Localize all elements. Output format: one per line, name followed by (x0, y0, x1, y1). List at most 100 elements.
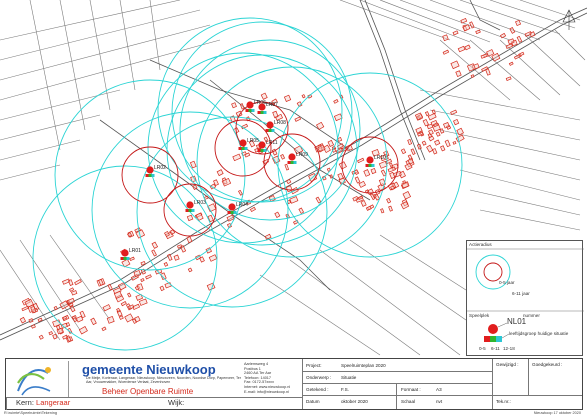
print-date: Nieuwkoop 17 oktober 2020 (533, 411, 581, 415)
building-footprint (427, 112, 437, 121)
kern-field: Kern: Langeraar (16, 398, 70, 407)
building-footprint (151, 249, 157, 257)
building-footprint (283, 94, 292, 102)
building-footprint (298, 207, 305, 214)
age-group-square-icon (268, 129, 272, 132)
building-footprint (469, 21, 475, 29)
building-footprint (127, 292, 132, 298)
building-footprint (315, 196, 322, 204)
building-footprint (410, 148, 416, 155)
village-list: De Meije, Korteraar, Langeraar, Nieuwkoo… (86, 376, 241, 384)
building-footprint (78, 326, 88, 335)
play-area-marker[interactable]: LR08 (265, 120, 287, 132)
building-footprint (380, 169, 387, 177)
play-area-dot-icon (288, 153, 296, 161)
play-area-code: LR03 (194, 200, 206, 206)
building-footprint (75, 315, 84, 323)
building-footprint (173, 254, 180, 261)
building-footprint (74, 279, 82, 286)
schaal-value: nvt (436, 399, 443, 404)
building-footprint (301, 94, 306, 99)
play-area-code: LR04 (236, 202, 248, 208)
age-group-square-icon (257, 111, 261, 114)
building-footprint (38, 334, 44, 340)
building-footprint (515, 19, 522, 27)
building-footprint (138, 298, 148, 306)
building-footprint (389, 162, 394, 169)
building-footprint (333, 99, 339, 104)
age-group-square-icon (368, 164, 372, 167)
building-footprint (216, 169, 224, 177)
building-footprint (71, 290, 78, 296)
building-footprint (442, 49, 450, 55)
age-group-square-icon (126, 257, 130, 260)
getekend-value: F.S. (341, 387, 349, 392)
play-area-dot-icon (266, 121, 274, 129)
building-footprint (455, 70, 462, 78)
building-footprint (151, 241, 159, 249)
age-group-square-icon (365, 164, 369, 167)
building-footprint (232, 153, 242, 162)
building-footprint (272, 110, 279, 119)
building-footprint (386, 197, 392, 204)
formaat-label: Formaat : (401, 387, 421, 392)
play-area-code: LR05 (247, 138, 259, 144)
play-area-dot-icon (239, 139, 247, 147)
datum-label: Datum (306, 399, 320, 404)
age-group-square-icon (371, 164, 375, 167)
building-footprint (432, 148, 438, 155)
building-footprint (28, 318, 34, 323)
building-footprint (140, 277, 145, 283)
building-footprint (280, 154, 286, 160)
legend-code: NL01 (507, 317, 527, 326)
drawing-sheet: LR01 LR02 LR03 LR04 LR05 LR06 LR07 LR08 LR09 LR10… (0, 0, 587, 419)
age-group-square-icon (251, 109, 255, 112)
play-area-marker[interactable]: LR03 (185, 200, 207, 212)
file-path: R:\ruimte\Speelruimte\Tekening (4, 411, 57, 415)
building-footprint (329, 174, 334, 179)
age-group-square-icon (123, 257, 127, 260)
building-footprint (407, 138, 413, 145)
building-footprint (440, 145, 446, 152)
formaat-value: A3 (436, 387, 442, 392)
play-area-dot-icon (146, 166, 154, 174)
age-group-square-icon (260, 149, 264, 152)
building-footprint (274, 211, 281, 218)
play-area-code: LR01 (129, 248, 141, 254)
building-footprint (444, 139, 451, 148)
building-footprint (354, 176, 361, 184)
legend-radius-0-5-icon (483, 262, 503, 282)
age-group-square-icon (263, 111, 267, 114)
age-group-square-icon (265, 129, 269, 132)
play-area-code: LR11 (266, 140, 278, 146)
building-footprint (434, 139, 441, 146)
building-footprint (508, 61, 514, 66)
building-footprint (380, 208, 385, 214)
play-area-dot-icon (258, 103, 266, 111)
age-group-square-icon (227, 211, 231, 214)
building-footprint (435, 131, 441, 137)
building-footprint (249, 206, 256, 213)
age-group-square-icon (230, 211, 234, 214)
legend-group-0-5-icon (484, 336, 490, 342)
legend-speelplek-icon (488, 324, 498, 334)
legend-title: Actieradius (469, 242, 492, 247)
building-footprint (470, 74, 475, 78)
age-group-square-icon (287, 161, 291, 164)
play-area-dot-icon (258, 141, 266, 149)
building-footprint (338, 161, 347, 170)
play-area-marker[interactable]: LR05 (238, 138, 260, 150)
building-footprint (460, 17, 468, 24)
play-area-dot-icon (228, 203, 236, 211)
building-footprint (231, 102, 237, 109)
building-footprint (187, 267, 193, 273)
building-footprint (133, 269, 142, 278)
building-footprint (457, 45, 466, 53)
building-footprint (365, 205, 372, 211)
building-footprint (226, 214, 235, 222)
kern-label: Kern: (16, 398, 34, 407)
building-footprint (260, 92, 268, 100)
building-footprint (475, 29, 481, 35)
legend-group-6-11-icon (490, 336, 496, 342)
datum-value: oktober 2020 (341, 399, 368, 404)
